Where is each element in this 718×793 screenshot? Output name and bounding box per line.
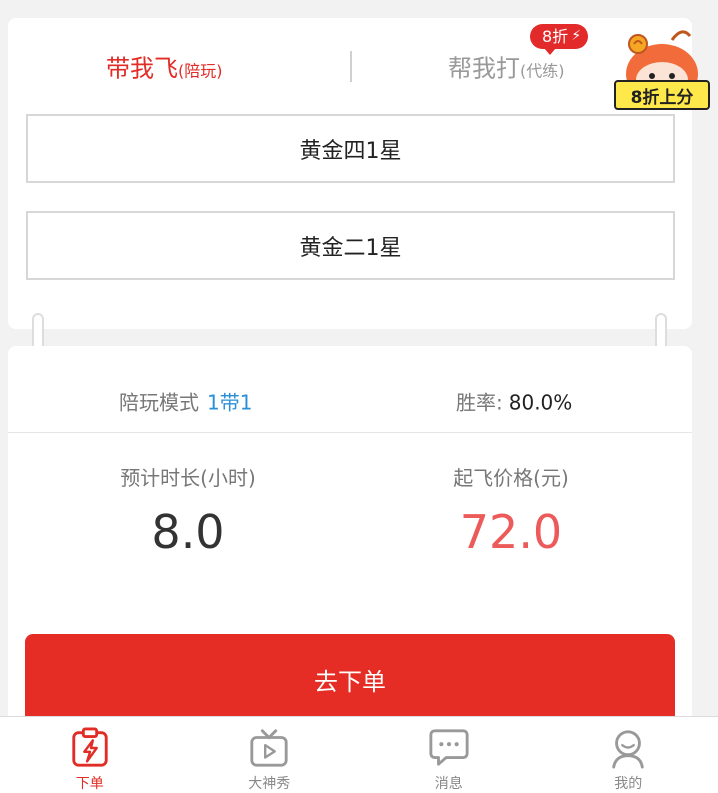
profile-icon (612, 730, 644, 769)
mode-value[interactable]: 1带1 (207, 391, 252, 415)
price-label: 起飞价格(元) (453, 466, 569, 490)
tab-carry[interactable]: 带我飞 (陪玩) (106, 49, 223, 84)
info-row: 陪玩模式 1带1 胜率: 80.0% (8, 346, 692, 433)
win-rate-value: 80.0% (508, 390, 573, 415)
nav-item-profile[interactable]: 我的 (539, 717, 718, 793)
order-summary-card: 陪玩模式 1带1 胜率: 80.0% 预计时长(小时) 8.0 起飞价格(元) 72… (8, 346, 692, 746)
mascot-promo-label[interactable]: 8折上分 (614, 80, 710, 110)
bottom-nav: 下单 大神秀 消息 我的 (0, 716, 718, 793)
nav-item-showcase[interactable]: 大神秀 (180, 717, 360, 793)
tv-play-icon (250, 729, 288, 767)
target-rank-selector[interactable]: 黄金二1星 (26, 211, 675, 280)
price-stat: 起飞价格(元) 72.0 (386, 462, 636, 559)
mode-label: 陪玩模式 (119, 390, 199, 415)
discount-badge-text: 8折 (542, 27, 569, 46)
tab-divider (350, 51, 352, 82)
mode-info: 陪玩模式 1带1 (119, 387, 252, 416)
nav-label-order: 下单 (75, 776, 104, 792)
duration-stat: 预计时长(小时) 8.0 (63, 462, 313, 559)
nav-label-showcase: 大神秀 (248, 776, 291, 792)
tab-carry-label: 带我飞 (106, 54, 178, 83)
mode-select-card: 带我飞 (陪玩) 帮我打 (代练) 8折 ⚡ 黄金四1星 黄金二1星 (8, 18, 692, 329)
win-rate-label: 胜率: (456, 390, 503, 415)
bolt-icon: ⚡ (571, 28, 582, 44)
duration-value: 8.0 (151, 505, 225, 559)
target-rank-value: 黄金二1星 (299, 235, 402, 261)
nav-item-order[interactable]: 下单 (0, 717, 180, 793)
message-bubble-icon (429, 729, 469, 766)
order-bolt-icon (72, 727, 108, 767)
current-rank-selector[interactable]: 黄金四1星 (26, 114, 675, 183)
nav-label-profile: 我的 (614, 776, 643, 792)
nav-item-messages[interactable]: 消息 (359, 717, 539, 793)
discount-badge: 8折 ⚡ (530, 24, 589, 55)
win-rate-info: 胜率: 80.0% (456, 387, 572, 416)
place-order-button[interactable]: 去下单 (25, 634, 675, 724)
duration-label: 预计时长(小时) (120, 466, 256, 490)
tab-boost-label: 帮我打 (448, 54, 520, 83)
price-value: 72.0 (459, 505, 563, 559)
tab-boost-sublabel: (代练) (520, 61, 565, 81)
tab-carry-sublabel: (陪玩) (178, 61, 223, 81)
nav-label-messages: 消息 (434, 776, 463, 792)
current-rank-value: 黄金四1星 (299, 138, 402, 164)
